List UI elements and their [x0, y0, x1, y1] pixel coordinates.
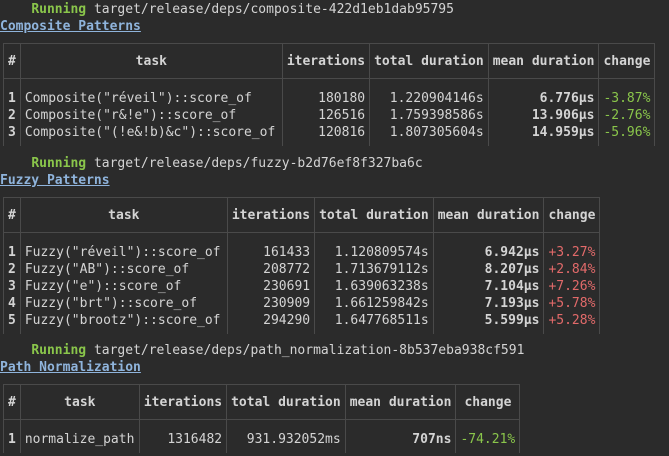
col-header-mean-duration: mean duration	[344, 384, 457, 420]
row-index: 5	[3, 312, 21, 334]
total-duration-value: 1.807305604s	[369, 124, 489, 146]
section-title: Composite Patterns	[0, 19, 141, 34]
mean-duration-value: 7.104µs	[432, 278, 545, 295]
running-label: Running	[31, 343, 87, 358]
iterations-value: 208772	[226, 261, 316, 278]
task-name: Fuzzy("brt")::score_of	[19, 295, 228, 312]
running-line: Running target/release/deps/path_normali…	[0, 342, 524, 359]
total-duration-value: 1.220904146s	[369, 78, 489, 107]
section-title: Fuzzy Patterns	[0, 173, 110, 188]
benchmark-table: # task iterations total duration mean du…	[3, 197, 601, 334]
task-name: Fuzzy("AB")::score_of	[19, 261, 228, 278]
change-value: +2.84%	[543, 261, 601, 278]
change-value: +3.27%	[543, 232, 601, 261]
total-duration-value: 1.661259842s	[314, 295, 434, 312]
row-index: 4	[3, 295, 21, 312]
iterations-value: 294290	[226, 312, 316, 334]
task-name: Fuzzy("réveil")::score_of	[19, 232, 228, 261]
row-index: 2	[3, 107, 21, 124]
row-index: 1	[3, 419, 21, 453]
change-value: +5.28%	[543, 312, 601, 334]
table-row: 1 Fuzzy("réveil")::score_of 161433 1.120…	[3, 232, 601, 261]
table-row: 2 Fuzzy("AB")::score_of 208772 1.7136791…	[3, 261, 601, 278]
change-value: -74.21%	[455, 419, 521, 453]
task-name: normalize_path	[19, 419, 140, 453]
mean-duration-value: 707ns	[344, 419, 457, 453]
table-row: 4 Fuzzy("brt")::score_of 230909 1.661259…	[3, 295, 601, 312]
col-header-index: #	[3, 43, 21, 79]
col-header-mean-duration: mean duration	[432, 197, 545, 233]
col-header-mean-duration: mean duration	[487, 43, 600, 79]
table-row: 5 Fuzzy("brootz")::score_of 294290 1.647…	[3, 312, 601, 334]
col-header-change: change	[543, 197, 601, 233]
col-header-total-duration: total duration	[369, 43, 489, 79]
benchmark-table: # task iterations total duration mean du…	[3, 384, 521, 453]
iterations-value: 1316482	[138, 419, 228, 453]
col-header-change: change	[455, 384, 521, 420]
table-row: 3 Composite("(!e&!b)&c")::score_of 12081…	[3, 124, 656, 146]
table-row: 3 Fuzzy("e")::score_of 230691 1.63906323…	[3, 278, 601, 295]
total-duration-value: 1.713679112s	[314, 261, 434, 278]
col-header-task: task	[19, 43, 283, 79]
row-index: 1	[3, 232, 21, 261]
task-name: Fuzzy("brootz")::score_of	[19, 312, 228, 334]
col-header-total-duration: total duration	[314, 197, 434, 233]
task-name: Composite("réveil")::score_of	[19, 78, 283, 107]
binary-path: target/release/deps/fuzzy-b2d76ef8f327ba…	[93, 156, 423, 171]
iterations-value: 230909	[226, 295, 316, 312]
row-index: 3	[3, 278, 21, 295]
col-header-iterations: iterations	[138, 384, 228, 420]
col-header-index: #	[3, 384, 21, 420]
mean-duration-value: 13.906µs	[487, 107, 600, 124]
change-value: +7.26%	[543, 278, 601, 295]
mean-duration-value: 7.193µs	[432, 295, 545, 312]
col-header-task: task	[19, 197, 228, 233]
col-header-iterations: iterations	[226, 197, 316, 233]
iterations-value: 161433	[226, 232, 316, 261]
col-header-total-duration: total duration	[226, 384, 346, 420]
running-label: Running	[31, 2, 87, 17]
task-name: Fuzzy("e")::score_of	[19, 278, 228, 295]
col-header-iterations: iterations	[281, 43, 371, 79]
change-value: -3.87%	[598, 78, 656, 107]
table-row: 1 normalize_path 1316482 931.932052ms 70…	[3, 419, 521, 453]
iterations-value: 230691	[226, 278, 316, 295]
binary-path: target/release/deps/path_normalization-8…	[93, 343, 525, 358]
mean-duration-value: 8.207µs	[432, 261, 545, 278]
mean-duration-value: 14.959µs	[487, 124, 600, 146]
iterations-value: 180180	[281, 78, 371, 107]
total-duration-value: 1.120809574s	[314, 232, 434, 261]
col-header-change: change	[598, 43, 656, 79]
total-duration-value: 1.759398586s	[369, 107, 489, 124]
running-label: Running	[31, 156, 87, 171]
total-duration-value: 1.647768511s	[314, 312, 434, 334]
table-row: 1 Composite("réveil")::score_of 180180 1…	[3, 78, 656, 107]
row-index: 3	[3, 124, 21, 146]
benchmark-table: # task iterations total duration mean du…	[3, 43, 656, 146]
col-header-task: task	[19, 384, 140, 420]
running-line: Running target/release/deps/fuzzy-b2d76e…	[0, 155, 423, 172]
mean-duration-value: 6.942µs	[432, 232, 545, 261]
iterations-value: 120816	[281, 124, 371, 146]
mean-duration-value: 5.599µs	[432, 312, 545, 334]
task-name: Composite("(!e&!b)&c")::score_of	[19, 124, 283, 146]
total-duration-value: 931.932052ms	[226, 419, 346, 453]
col-header-index: #	[3, 197, 21, 233]
section-title: Path Normalization	[0, 360, 141, 375]
table-row: 2 Composite("r&!e")::score_of 126516 1.7…	[3, 107, 656, 124]
binary-path: target/release/deps/composite-422d1eb1da…	[93, 2, 454, 17]
change-value: -2.76%	[598, 107, 656, 124]
change-value: +5.78%	[543, 295, 601, 312]
iterations-value: 126516	[281, 107, 371, 124]
total-duration-value: 1.639063238s	[314, 278, 434, 295]
change-value: -5.96%	[598, 124, 656, 146]
running-line: Running target/release/deps/composite-42…	[0, 1, 454, 18]
mean-duration-value: 6.776µs	[487, 78, 600, 107]
row-index: 2	[3, 261, 21, 278]
row-index: 1	[3, 78, 21, 107]
task-name: Composite("r&!e")::score_of	[19, 107, 283, 124]
